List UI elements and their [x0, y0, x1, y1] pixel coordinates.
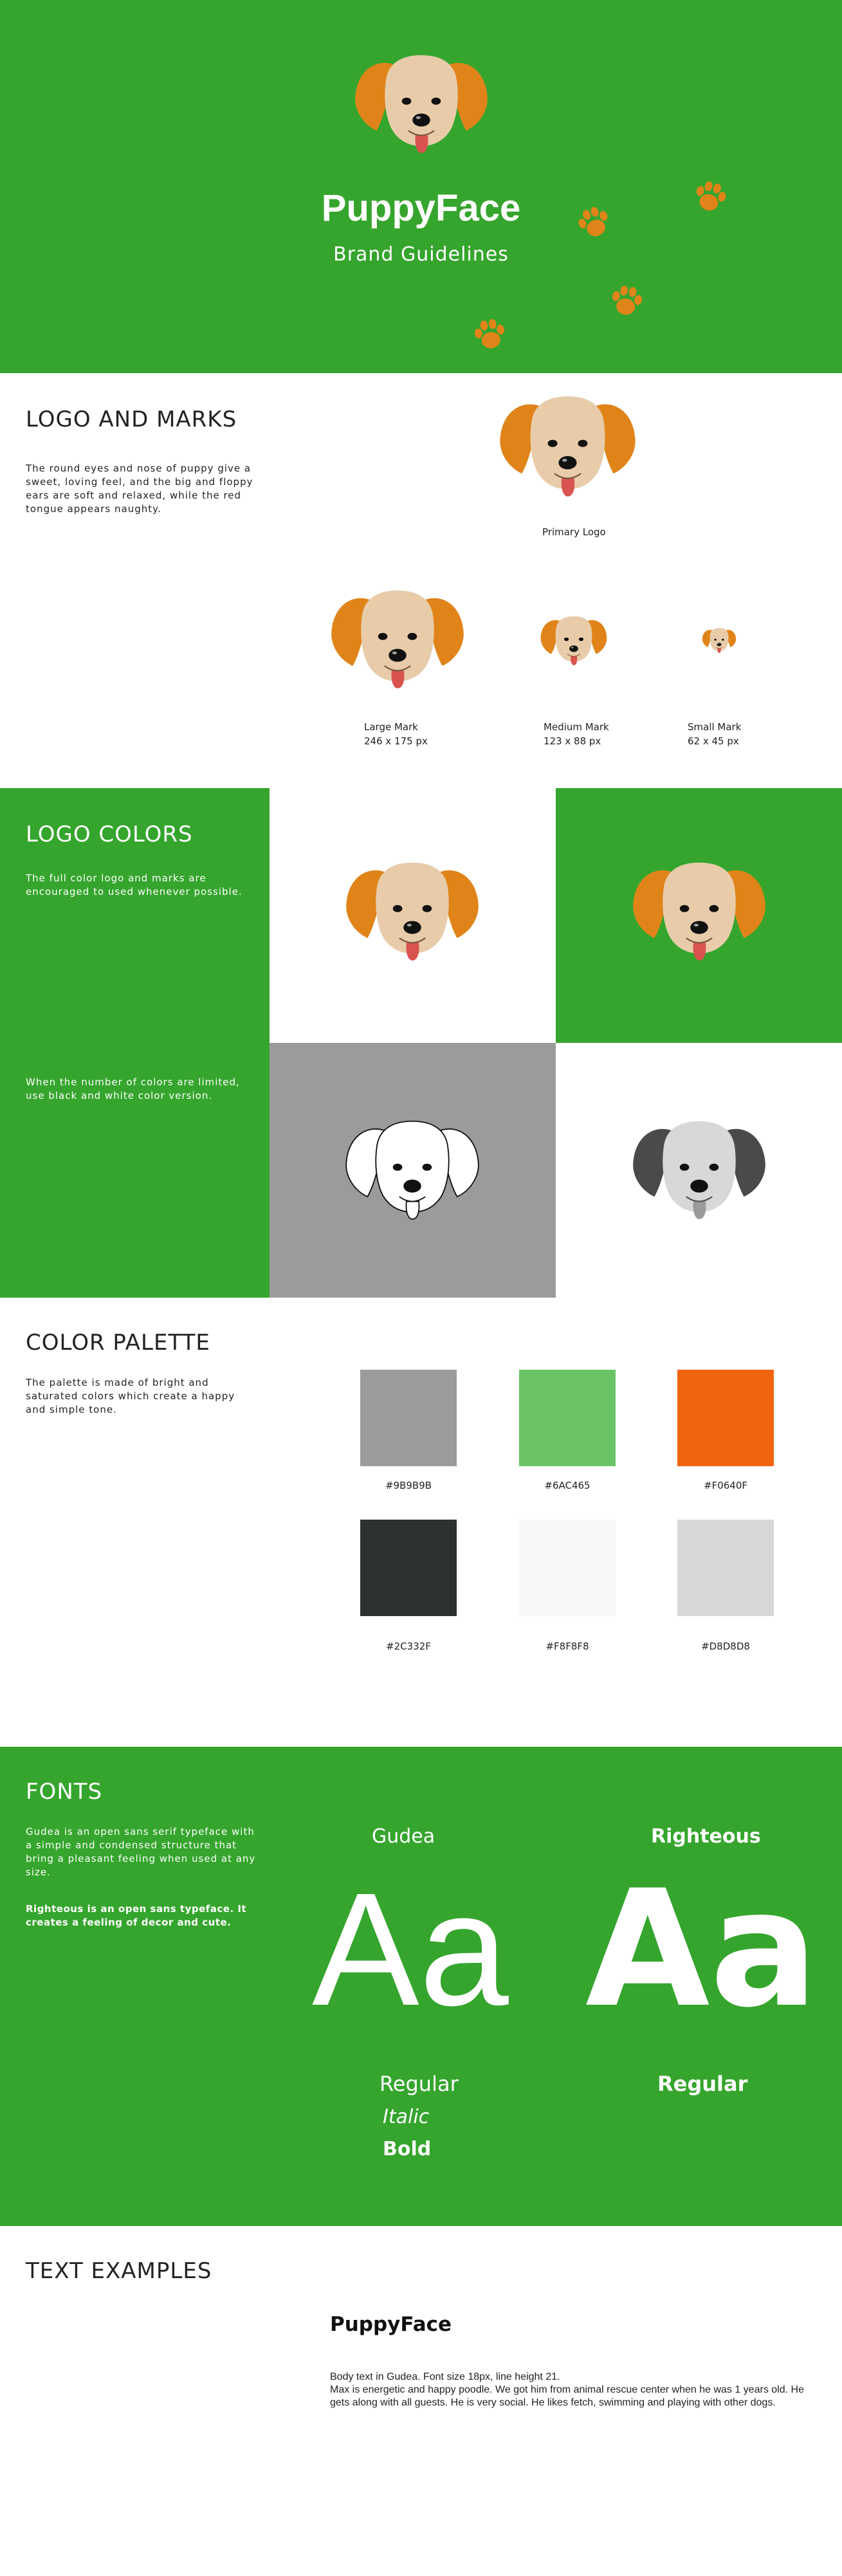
logo-bw-panel: [270, 1043, 556, 1298]
puppy-logo-icon: [342, 852, 483, 968]
large-mark-size: 246 x 175 px: [364, 735, 428, 747]
logo-colors-sidebar: [0, 788, 270, 1298]
small-mark-name: Small Mark: [688, 721, 742, 733]
color-swatch: [360, 1520, 457, 1616]
section-description: The round eyes and nose of puppy give a …: [26, 463, 253, 515]
limited-color-text: When the number of colors are limited, u…: [26, 1076, 240, 1101]
section-title: LOGO COLORS: [26, 822, 193, 847]
primary-logo-label: Primary Logo: [542, 526, 606, 538]
primary-logo-icon: [495, 387, 640, 503]
full-color-text: The full color logo and marks are encour…: [26, 872, 243, 897]
paw-icon: [605, 280, 648, 323]
color-swatch: [519, 1370, 616, 1466]
paw-icon: [468, 313, 511, 356]
color-hex-label: #9B9B9B: [385, 1480, 432, 1491]
font1-style-italic: Italic: [383, 2106, 430, 2128]
large-mark-name: Large Mark: [364, 721, 418, 733]
logo-grey-panel: [556, 1043, 842, 1298]
hero-subtitle: Brand Guidelines: [333, 243, 509, 266]
logo-on-green-panel: [556, 788, 842, 1043]
color-swatch: [677, 1370, 774, 1466]
section-title: TEXT EXAMPLES: [26, 2258, 212, 2284]
color-hex-label: #2C332F: [386, 1641, 431, 1652]
puppy-logo-icon: [351, 45, 492, 161]
gudea-description: Gudea is an open sans serif typeface wit…: [26, 1826, 256, 1878]
medium-mark-size: 123 x 88 px: [544, 735, 601, 747]
font1-style-bold: Bold: [383, 2138, 432, 2160]
body-text-spec: Body text in Gudea. Font size 18px, line…: [330, 2371, 560, 2382]
logo-on-white-panel: [270, 788, 556, 1043]
hero-section: PuppyFace Brand Guidelines: [0, 0, 842, 373]
section-title: FONTS: [26, 1779, 103, 1805]
text-examples-section: TEXT EXAMPLES PuppyFace Body text in Gud…: [0, 2226, 842, 2576]
body-text-example: Max is energetic and happy poodle. We go…: [330, 2384, 804, 2408]
puppy-logo-bw-icon: [342, 1111, 483, 1227]
puppy-logo-icon: [628, 852, 770, 968]
color-swatch: [677, 1520, 774, 1616]
small-mark-size: 62 x 45 px: [688, 735, 739, 747]
section-title: LOGO AND MARKS: [26, 407, 237, 432]
brand-example: PuppyFace: [330, 2313, 452, 2336]
puppy-logo-grey-icon: [628, 1111, 770, 1227]
large-mark-icon: [327, 580, 468, 696]
small-mark-icon: [701, 625, 737, 655]
color-hex-label: #F0640F: [704, 1480, 747, 1491]
font2-style-regular: Regular: [657, 2072, 748, 2096]
logo-marks-section: LOGO AND MARKS The round eyes and nose o…: [0, 373, 842, 788]
color-swatch: [519, 1520, 616, 1616]
font2-name: Righteous: [651, 1825, 761, 1848]
font1-style-regular: Regular: [380, 2072, 459, 2096]
color-palette-section: COLOR PALETTE The palette is made of bri…: [0, 1298, 842, 1747]
fonts-section: FONTS Gudea is an open sans serif typefa…: [0, 1747, 842, 2226]
color-hex-label: #6AC465: [544, 1480, 590, 1491]
logo-colors-section: LOGO COLORS The full color logo and mark…: [0, 788, 842, 1298]
medium-mark-name: Medium Mark: [544, 721, 609, 733]
section-description: The palette is made of bright and satura…: [26, 1377, 235, 1415]
medium-mark-icon: [538, 611, 609, 669]
font1-sample: Aa: [312, 1859, 509, 2039]
section-title: COLOR PALETTE: [26, 1330, 210, 1356]
font1-name: Gudea: [372, 1825, 435, 1848]
color-hex-label: #F8F8F8: [545, 1641, 589, 1652]
color-swatch: [360, 1370, 457, 1466]
font2-sample: Aa: [585, 1855, 819, 2043]
color-hex-label: #D8D8D8: [701, 1641, 750, 1652]
righteous-description: Righteous is an open sans typeface. It c…: [26, 1903, 247, 1928]
